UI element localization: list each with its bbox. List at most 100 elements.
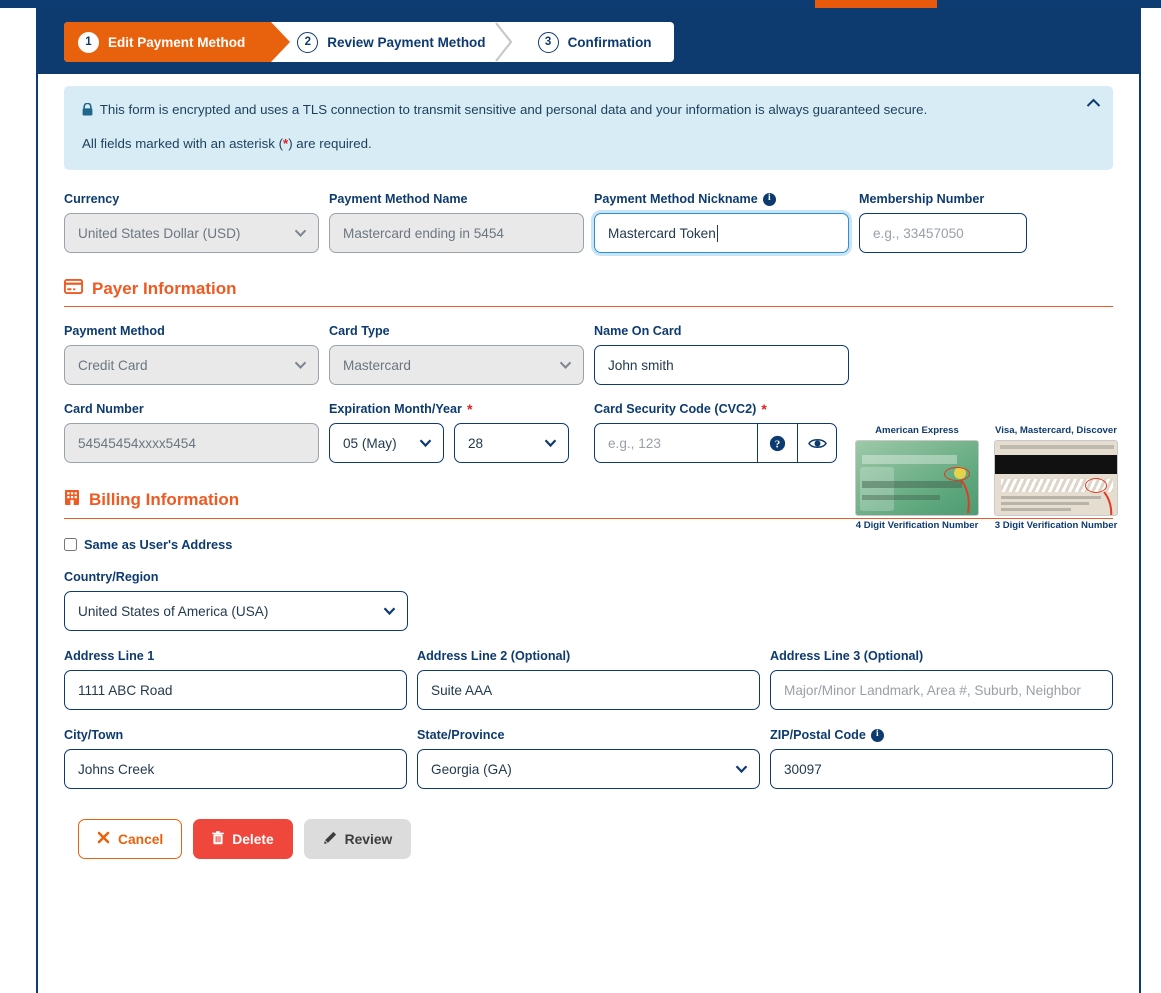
- currency-label: Currency: [64, 192, 120, 207]
- city-field: City/Town Johns Creek: [64, 728, 407, 790]
- same-as-user-address-label: Same as User's Address: [84, 537, 233, 553]
- delete-button[interactable]: Delete: [193, 819, 293, 860]
- zip-label-text: ZIP/Postal Code: [770, 728, 866, 743]
- payment-method-value: Credit Card: [64, 345, 319, 386]
- card-back-image: [994, 440, 1118, 516]
- address-line-1-label: Address Line 1: [64, 649, 155, 664]
- amex-card-title: American Express: [875, 425, 959, 436]
- step-confirmation[interactable]: 3 Confirmation: [512, 22, 674, 62]
- state-value: Georgia (GA): [417, 749, 760, 790]
- card-type-select[interactable]: Mastercard: [329, 345, 584, 386]
- address-line-3-label: Address Line 3 (Optional): [770, 649, 924, 664]
- review-button-label: Review: [344, 831, 393, 847]
- credit-card-icon: [63, 279, 84, 299]
- billing-information-title: Billing Information: [89, 490, 240, 510]
- city-label: City/Town: [64, 728, 124, 743]
- address-line-2-input[interactable]: Suite AAA: [417, 670, 760, 711]
- info-icon[interactable]: i: [762, 192, 776, 206]
- top-app-strip: [0, 0, 1161, 8]
- step-number-3: 3: [537, 31, 559, 53]
- country-row: Country/Region United States of America …: [64, 570, 1113, 632]
- payment-method-name-label: Payment Method Name: [329, 192, 468, 207]
- cvc-input[interactable]: e.g., 123: [594, 423, 757, 464]
- card-security-code-examples: American Express 4 Digit Verification Nu…: [855, 425, 1118, 531]
- svg-text:?: ?: [775, 438, 781, 450]
- country-value: United States of America (USA): [64, 591, 408, 632]
- step-label-2: Review Payment Method: [327, 34, 486, 50]
- eye-icon[interactable]: [797, 423, 837, 464]
- expiration-month-select[interactable]: 05 (May): [329, 423, 444, 464]
- expiration-year-select[interactable]: 28: [454, 423, 569, 464]
- step-number-1: 1: [78, 31, 99, 53]
- country-select[interactable]: United States of America (USA): [64, 591, 408, 632]
- form-actions: Cancel Delete Review: [38, 819, 1139, 860]
- notice-text-2-suffix: ) are required.: [288, 135, 372, 151]
- address-row: Address Line 1 1111 ABC Road Address Lin…: [64, 649, 1113, 711]
- name-on-card-input[interactable]: John smith: [594, 345, 849, 386]
- notice-text-1: This form is encrypted and uses a TLS co…: [99, 102, 928, 117]
- amex-card-front-image: [855, 440, 979, 516]
- name-on-card-field: Name On Card John smith: [594, 324, 849, 386]
- payment-method-name-field: Payment Method Name Mastercard ending in…: [329, 192, 584, 254]
- cancel-button-label: Cancel: [118, 831, 164, 847]
- top-strip-accent: [815, 0, 937, 8]
- cvc-label-text: Card Security Code (CVC2): [594, 402, 757, 417]
- city-input[interactable]: Johns Creek: [64, 749, 407, 790]
- step-number-2: 2: [297, 31, 319, 53]
- address-line-1-field: Address Line 1 1111 ABC Road: [64, 649, 407, 711]
- same-as-user-address-row: Same as User's Address: [64, 537, 1113, 552]
- cancel-button[interactable]: Cancel: [78, 819, 183, 860]
- expiration-year-value: 28: [454, 423, 569, 464]
- payer-information-heading: Payer Information: [63, 279, 1113, 299]
- membership-number-input[interactable]: e.g., 33457050: [859, 213, 1027, 254]
- card-back-example: Visa, Mastercard, Discover 3 Digit Verif…: [994, 425, 1118, 531]
- state-select[interactable]: Georgia (GA): [417, 749, 760, 790]
- zip-field: ZIP/Postal Code i 30097: [770, 728, 1113, 790]
- building-icon: [64, 489, 80, 511]
- notice-text-2-prefix: All fields marked with an asterisk (: [82, 135, 283, 151]
- payment-method-select[interactable]: Credit Card: [64, 345, 319, 386]
- question-circle-icon[interactable]: ?: [757, 423, 797, 464]
- address-line-3-field: Address Line 3 (Optional) Major/Minor La…: [770, 649, 1113, 711]
- country-label: Country/Region: [64, 570, 159, 585]
- address-line-1-input[interactable]: 1111 ABC Road: [64, 670, 407, 711]
- card-back-caption: 3 Digit Verification Number: [994, 520, 1118, 531]
- pencil-icon: [323, 831, 337, 848]
- membership-number-label: Membership Number: [859, 192, 985, 207]
- expiration-label-text: Expiration Month/Year: [329, 402, 462, 417]
- collapse-notice-button[interactable]: [1086, 96, 1101, 111]
- cvc-field: Card Security Code (CVC2) * e.g., 123 ?: [594, 402, 837, 464]
- card-type-field: Card Type Mastercard: [329, 324, 584, 386]
- step-edit-payment-method[interactable]: 1 Edit Payment Method: [64, 22, 291, 62]
- state-label: State/Province: [417, 728, 505, 743]
- delete-button-label: Delete: [232, 831, 274, 847]
- state-field: State/Province Georgia (GA): [417, 728, 760, 790]
- nickname-value: Mastercard Token: [608, 225, 716, 241]
- nickname-input[interactable]: Mastercard Token: [594, 213, 849, 254]
- top-field-row: Currency United States Dollar (USD) Paym…: [64, 192, 1113, 254]
- card-number-label: Card Number: [64, 402, 144, 417]
- notice-line-2: All fields marked with an asterisk (*) a…: [82, 134, 1095, 155]
- progress-stepper: 1 Edit Payment Method 2 Review Payment M…: [64, 22, 674, 62]
- cvc-input-group: e.g., 123 ?: [594, 423, 837, 464]
- address-line-2-label: Address Line 2 (Optional): [417, 649, 571, 664]
- info-icon[interactable]: i: [870, 728, 884, 742]
- encryption-notice: This form is encrypted and uses a TLS co…: [64, 86, 1113, 171]
- review-button[interactable]: Review: [303, 819, 412, 860]
- card-number-input: 54545454xxxx5454: [64, 423, 319, 464]
- trash-icon: [212, 830, 225, 848]
- address-line-3-input[interactable]: Major/Minor Landmark, Area #, Suburb, Ne…: [770, 670, 1113, 711]
- same-as-user-address-checkbox[interactable]: [64, 538, 77, 552]
- nickname-field: Payment Method Nickname i Mastercard Tok…: [594, 192, 849, 254]
- card-number-field: Card Number 54545454xxxx5454: [64, 402, 319, 464]
- currency-select[interactable]: United States Dollar (USD): [64, 213, 319, 254]
- cvc-label: Card Security Code (CVC2) *: [594, 402, 837, 417]
- amex-card-example: American Express 4 Digit Verification Nu…: [855, 425, 979, 531]
- zip-label: ZIP/Postal Code i: [770, 728, 1113, 742]
- city-state-zip-row: City/Town Johns Creek State/Province Geo…: [64, 728, 1113, 790]
- expiration-field: Expiration Month/Year * 05 (May) 28: [329, 402, 584, 464]
- currency-value: United States Dollar (USD): [64, 213, 319, 254]
- step-review-payment-method[interactable]: 2 Review Payment Method: [271, 22, 512, 62]
- zip-input[interactable]: 30097: [770, 749, 1113, 790]
- step-label-1: Edit Payment Method: [108, 34, 246, 50]
